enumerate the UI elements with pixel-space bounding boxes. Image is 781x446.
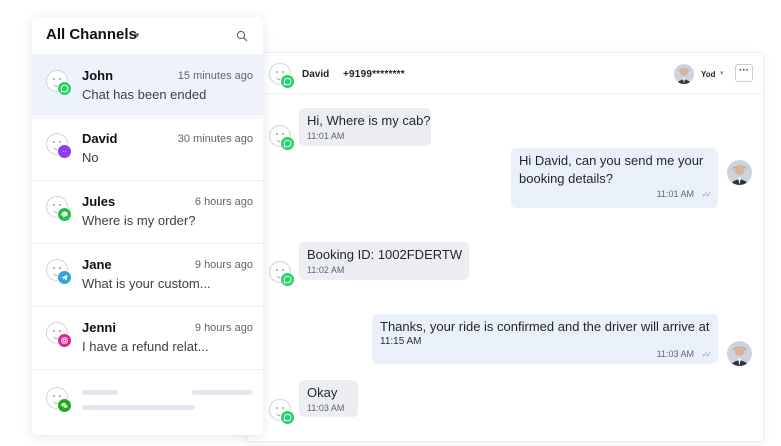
message-bubble-in: Booking ID: 1002FDERTW 11:02 AM <box>299 242 469 280</box>
contact-avatar <box>46 196 72 222</box>
search-icon[interactable] <box>236 30 248 42</box>
chevron-down-icon[interactable]: ▼ <box>133 31 141 40</box>
contact-name: David <box>302 69 330 80</box>
timestamp: 9 hours ago <box>194 322 253 334</box>
skeleton-line <box>82 405 195 410</box>
conversation-item[interactable]: Jules 6 hours ago Where is my order? <box>32 180 263 242</box>
message-bubble-out: Hi David, can you send me your booking d… <box>511 148 718 208</box>
contact-name: Jules <box>82 194 116 209</box>
message-time: 11:03 AM <box>307 403 345 413</box>
contact-avatar[interactable] <box>269 63 295 89</box>
timestamp: 30 minutes ago <box>177 133 253 145</box>
chat-panel: David +9199******** Yod ▾ ··· Hi, Where … <box>246 52 764 442</box>
message-time: 11:01 AM <box>656 189 694 199</box>
contact-phone: +9199******** <box>343 69 405 80</box>
whatsapp-icon <box>280 272 295 287</box>
conversation-item[interactable]: David 30 minutes ago No <box>32 117 263 179</box>
message-text-line2: 11:15 AM <box>380 336 422 347</box>
contact-name: John <box>82 68 114 83</box>
contact-avatar <box>46 387 72 413</box>
whatsapp-icon <box>280 74 295 89</box>
double-check-icon: ✓✓ <box>701 350 713 359</box>
message-text: Okay <box>307 385 338 400</box>
contact-avatar <box>46 133 72 159</box>
contact-name: David <box>82 131 118 146</box>
chevron-down-icon[interactable]: ▾ <box>720 69 724 77</box>
message-text: Hi David, can you send me your <box>519 153 704 168</box>
skeleton-line <box>82 390 118 395</box>
message-preview: Where is my order? <box>82 213 196 228</box>
timestamp: 6 hours ago <box>194 196 253 208</box>
telegram-icon <box>57 270 72 285</box>
line-icon <box>57 207 72 222</box>
contact-avatar <box>269 125 295 151</box>
agent-avatar <box>727 341 752 366</box>
message-text-line2: booking details? <box>519 171 613 186</box>
timestamp: 9 hours ago <box>194 259 253 271</box>
channel-filter-dropdown[interactable]: All Channels <box>46 26 137 43</box>
more-options-button[interactable]: ··· <box>735 64 753 82</box>
contact-avatar <box>46 322 72 348</box>
contact-avatar <box>269 261 295 287</box>
message-preview: What is your custom... <box>82 276 211 291</box>
message-preview: Chat has been ended <box>82 87 207 102</box>
timestamp: 15 minutes ago <box>177 70 253 82</box>
skeleton-line <box>192 390 252 395</box>
message-bubble-out: Thanks, your ride is confirmed and the d… <box>372 314 718 364</box>
chat-header: David +9199******** Yod ▾ ··· <box>247 53 763 94</box>
contact-avatar <box>269 399 295 425</box>
message-time: 11:01 AM <box>307 131 345 141</box>
contact-name: Jane <box>82 257 112 272</box>
conversation-item-placeholder <box>32 369 263 435</box>
message-text: Hi, Where is my cab? <box>307 113 431 128</box>
whatsapp-icon <box>280 136 295 151</box>
whatsapp-icon <box>57 81 72 96</box>
instagram-icon <box>57 333 72 348</box>
message-text: Thanks, your ride is confirmed and the d… <box>380 319 710 334</box>
contact-avatar <box>46 70 72 96</box>
message-text: Booking ID: 1002FDERTW <box>307 247 463 262</box>
message-time: 11:03 AM <box>656 349 694 359</box>
contact-avatar <box>46 259 72 285</box>
sidebar-header: All Channels ▼ <box>32 17 263 54</box>
message-bubble-in: Hi, Where is my cab? 11:01 AM <box>299 108 431 146</box>
agent-avatar <box>727 160 752 185</box>
conversation-item[interactable]: Jenni 9 hours ago I have a refund relat.… <box>32 306 263 368</box>
agent-avatar[interactable] <box>674 64 694 84</box>
double-check-icon: ✓✓ <box>701 190 713 199</box>
agent-name[interactable]: Yod <box>701 70 716 79</box>
messenger-icon <box>57 144 72 159</box>
message-preview: I have a refund relat... <box>82 339 209 354</box>
message-time: 11:02 AM <box>307 265 345 275</box>
message-bubble-in: Okay 11:03 AM <box>299 380 358 417</box>
conversation-item[interactable]: John 15 minutes ago Chat has been ended <box>32 54 263 116</box>
whatsapp-icon <box>280 410 295 425</box>
message-preview: No <box>82 150 99 165</box>
conversation-item[interactable]: Jane 9 hours ago What is your custom... <box>32 243 263 305</box>
conversation-sidebar: All Channels ▼ John 15 minutes ago Chat … <box>32 17 263 435</box>
wechat-icon <box>57 398 72 413</box>
contact-name: Jenni <box>82 320 116 335</box>
